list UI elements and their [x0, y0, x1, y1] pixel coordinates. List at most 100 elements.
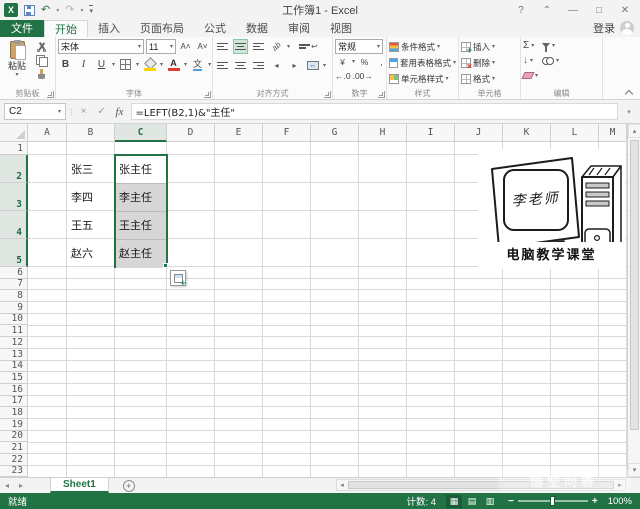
prev-sheet-icon[interactable]: ◂ [0, 481, 14, 490]
next-sheet-icon[interactable]: ▸ [14, 481, 28, 490]
increase-indent-button[interactable]: ▸ [287, 58, 302, 73]
accounting-dropdown-icon[interactable]: ▾ [352, 59, 355, 65]
decrease-decimal-button[interactable]: .00→ [353, 70, 373, 82]
phonetic-dropdown-icon[interactable]: ▾ [208, 62, 211, 68]
conditional-formatting-button[interactable]: 条件格式▾ [389, 39, 456, 55]
merge-center-button[interactable]: ↔ [305, 58, 320, 73]
row-header-5[interactable]: 5 [0, 239, 28, 267]
row-header-12[interactable]: 12 [0, 337, 28, 349]
ribbon-display-options-button[interactable]: ⌃ [534, 0, 560, 20]
column-header-B[interactable]: B [67, 124, 115, 142]
align-right-button[interactable] [251, 58, 266, 73]
redo-button[interactable]: ↷ [65, 5, 74, 16]
number-format-combo[interactable]: 常规 ▾ [335, 39, 383, 54]
tab-file[interactable]: 文件 [0, 20, 44, 37]
column-header-A[interactable]: A [28, 124, 67, 142]
copy-icon[interactable] [36, 55, 47, 66]
tab-page-layout[interactable]: 页面布局 [130, 20, 194, 37]
auto-fill-options-button[interactable] [170, 270, 186, 286]
sign-in[interactable]: 登录 [593, 20, 634, 36]
customize-qat-icon[interactable]: ▾ [89, 5, 93, 15]
horizontal-scrollbar[interactable]: ◂ ▸ [336, 479, 626, 491]
sheet-tab-sheet1[interactable]: Sheet1 [50, 478, 109, 493]
cell-B3[interactable]: 李四 [67, 183, 115, 211]
alignment-dialog-launcher-icon[interactable] [324, 91, 331, 98]
align-left-button[interactable] [215, 58, 230, 73]
row-header-19[interactable]: 19 [0, 419, 28, 431]
clipboard-dialog-launcher-icon[interactable] [47, 91, 54, 98]
column-header-K[interactable]: K [503, 124, 551, 142]
row-header-20[interactable]: 20 [0, 431, 28, 443]
undo-button[interactable]: ↶ [41, 5, 50, 16]
fill-color-button[interactable] [142, 57, 157, 72]
tab-data[interactable]: 数据 [236, 20, 278, 37]
column-header-H[interactable]: H [359, 124, 407, 142]
cell-C2[interactable]: 张主任 [115, 155, 167, 183]
row-header-13[interactable]: 13 [0, 349, 28, 361]
row-header-7[interactable]: 7 [0, 279, 28, 291]
undo-dropdown-icon[interactable]: ▾ [56, 7, 59, 14]
cell-B4[interactable]: 王五 [67, 211, 115, 239]
cell-B5[interactable]: 赵六 [67, 239, 115, 267]
accounting-format-button[interactable]: ¥ [335, 56, 350, 68]
italic-button[interactable]: I [76, 57, 91, 72]
bold-button[interactable]: B [58, 57, 73, 72]
format-painter-icon[interactable] [36, 69, 46, 80]
find-select-button[interactable]: ▾ [542, 54, 559, 67]
delete-cells-button[interactable]: 删除▾ [461, 55, 518, 71]
row-header-6[interactable]: 6 [0, 267, 28, 279]
percent-style-button[interactable]: % [357, 56, 372, 68]
format-as-table-button[interactable]: 套用表格格式▾ [389, 55, 456, 71]
column-header-L[interactable]: L [551, 124, 599, 142]
tab-home[interactable]: 开始 [44, 20, 88, 37]
row-header-22[interactable]: 22 [0, 454, 28, 466]
tab-insert[interactable]: 插入 [88, 20, 130, 37]
cell-C3[interactable]: 李主任 [115, 183, 167, 211]
orientation-button[interactable]: ab [269, 39, 284, 54]
page-break-view-icon[interactable]: ▥ [482, 495, 498, 508]
font-color-dropdown-icon[interactable]: ▾ [184, 62, 187, 68]
row-header-10[interactable]: 10 [0, 314, 28, 326]
align-center-button[interactable] [233, 58, 248, 73]
tab-review[interactable]: 审阅 [278, 20, 320, 37]
paste-button[interactable]: 粘贴 ▾ [2, 39, 32, 78]
enter-entry-icon[interactable]: ✓ [95, 106, 109, 117]
scroll-up-icon[interactable]: ▴ [628, 124, 640, 138]
column-header-D[interactable]: D [167, 124, 215, 142]
name-box-dropdown-icon[interactable]: ▾ [58, 109, 61, 115]
save-icon[interactable] [24, 5, 35, 16]
paste-dropdown-icon[interactable]: ▾ [15, 72, 18, 78]
cell-C5[interactable]: 赵主任 [115, 239, 167, 267]
zoom-slider-thumb[interactable] [550, 496, 555, 506]
tab-view[interactable]: 视图 [320, 20, 362, 37]
row-header-3[interactable]: 3 [0, 183, 28, 211]
normal-view-icon[interactable]: ▦ [446, 495, 462, 508]
row-header-9[interactable]: 9 [0, 302, 28, 314]
column-header-J[interactable]: J [455, 124, 503, 142]
underline-button[interactable]: U [94, 57, 109, 72]
fill-button[interactable]: ↓▾ [523, 54, 538, 67]
row-header-4[interactable]: 4 [0, 211, 28, 239]
clear-button[interactable]: ▾ [523, 69, 538, 82]
vertical-scroll-thumb[interactable] [630, 140, 639, 430]
cut-icon[interactable] [36, 42, 47, 52]
scroll-down-icon[interactable]: ▾ [628, 463, 640, 477]
row-header-21[interactable]: 21 [0, 442, 28, 454]
zoom-in-icon[interactable]: + [592, 496, 598, 507]
scroll-right-icon[interactable]: ▸ [615, 481, 625, 489]
cell-C4[interactable]: 王主任 [115, 211, 167, 239]
insert-function-icon[interactable]: fx [113, 106, 127, 118]
horizontal-scroll-thumb[interactable] [348, 481, 614, 489]
new-sheet-button[interactable]: + [123, 480, 135, 492]
zoom-out-icon[interactable]: − [508, 496, 514, 507]
wrap-text-button[interactable]: ↩ [299, 39, 318, 54]
formula-input[interactable]: =LEFT(B2,1)&"主任" [131, 103, 618, 120]
name-box[interactable]: C2 ▾ [4, 103, 66, 120]
row-header-15[interactable]: 15 [0, 372, 28, 384]
autosum-button[interactable]: Σ▾ [523, 39, 538, 52]
vertical-scrollbar[interactable]: ▴ ▾ [627, 124, 640, 477]
close-button[interactable]: ✕ [612, 0, 638, 20]
row-header-1[interactable]: 1 [0, 142, 28, 155]
column-header-G[interactable]: G [311, 124, 359, 142]
maximize-button[interactable]: □ [586, 0, 612, 20]
